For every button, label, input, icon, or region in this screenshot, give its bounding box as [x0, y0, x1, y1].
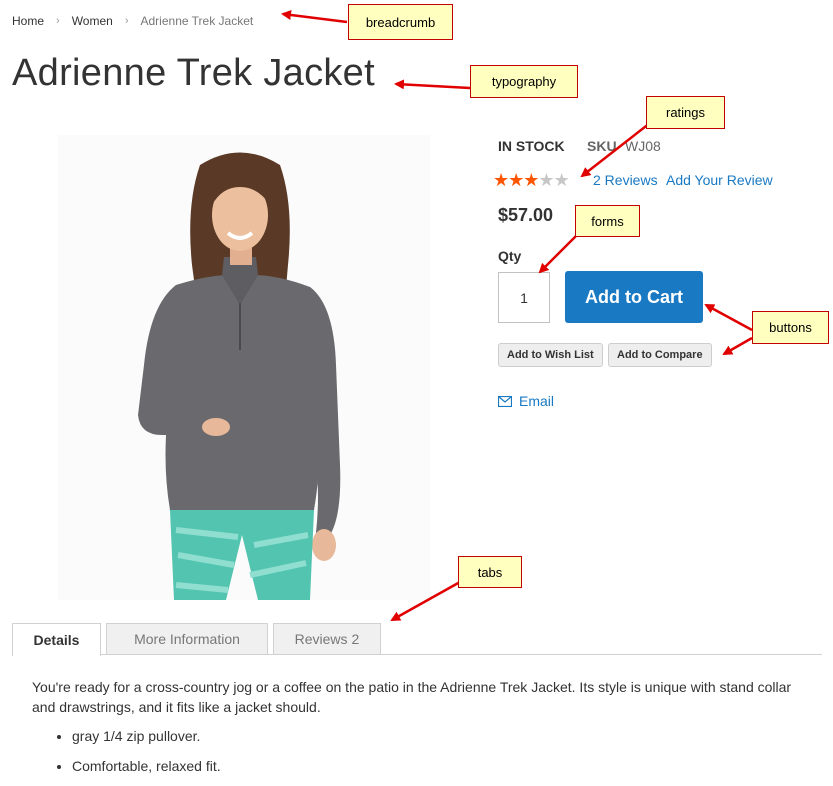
rating-stars: ★★★★★: [493, 170, 570, 191]
star-empty-icon: ★: [553, 170, 570, 190]
model-photo-illustration: [58, 135, 430, 600]
breadcrumb-women-link[interactable]: Women: [72, 14, 113, 28]
annotation-breadcrumb: breadcrumb: [348, 4, 453, 40]
annotation-arrow: [281, 10, 348, 24]
add-review-link[interactable]: Add Your Review: [666, 172, 773, 188]
email-label: Email: [519, 393, 555, 409]
tabs-divider: [12, 654, 822, 655]
qty-label: Qty: [498, 248, 522, 264]
feature-list-item: gray 1/4 zip pullover.: [72, 726, 221, 746]
reviews-link[interactable]: 2 Reviews: [593, 172, 658, 188]
breadcrumb: Home › Women › Adrienne Trek Jacket: [12, 14, 253, 28]
annotation-ratings: ratings: [646, 96, 725, 129]
tab-details[interactable]: Details: [12, 623, 101, 656]
add-to-compare-button[interactable]: Add to Compare: [608, 343, 712, 367]
chevron-right-icon: ›: [124, 15, 129, 27]
annotation-arrow: [538, 231, 581, 274]
annotation-arrow: [722, 336, 753, 356]
star-filled-icon: ★: [508, 170, 524, 190]
annotation-tabs: tabs: [458, 556, 522, 588]
chevron-right-icon: ›: [56, 15, 60, 27]
product-description: You're ready for a cross-country jog or …: [32, 679, 792, 715]
tab-more-information[interactable]: More Information: [106, 623, 268, 654]
sku-value: WJ08: [625, 138, 661, 154]
feature-list-item: Comfortable, relaxed fit.: [72, 756, 221, 776]
breadcrumb-home-link[interactable]: Home: [12, 14, 44, 28]
feature-list: gray 1/4 zip pullover. Comfortable, rela…: [52, 726, 221, 786]
sku-label: SKU: [587, 138, 617, 154]
tab-reviews-count: 2: [351, 631, 360, 647]
tab-reviews-label: Reviews: [294, 631, 348, 647]
annotation-arrow: [394, 79, 471, 90]
email-link[interactable]: Email: [498, 393, 554, 409]
tab-reviews[interactable]: Reviews 2: [273, 623, 381, 654]
add-to-cart-button[interactable]: Add to Cart: [565, 271, 703, 323]
star-filled-icon: ★: [523, 170, 539, 190]
annotation-arrow: [704, 303, 753, 332]
tab-more-information-label: More Information: [134, 631, 240, 647]
annotation-forms: forms: [575, 205, 640, 237]
add-to-wish-list-button[interactable]: Add to Wish List: [498, 343, 603, 367]
qty-input[interactable]: [498, 272, 550, 323]
star-filled-icon: ★: [493, 170, 509, 190]
annotation-buttons: buttons: [752, 311, 829, 344]
tab-details-label: Details: [33, 632, 80, 648]
page-title: Adrienne Trek Jacket: [12, 52, 375, 94]
annotation-typography: typography: [470, 65, 578, 98]
star-empty-icon: ★: [538, 170, 554, 190]
product-price: $57.00: [498, 205, 554, 225]
product-image[interactable]: [58, 135, 430, 600]
breadcrumb-current: Adrienne Trek Jacket: [140, 14, 254, 28]
envelope-icon: [498, 395, 512, 407]
stock-status: IN STOCK: [498, 138, 565, 154]
